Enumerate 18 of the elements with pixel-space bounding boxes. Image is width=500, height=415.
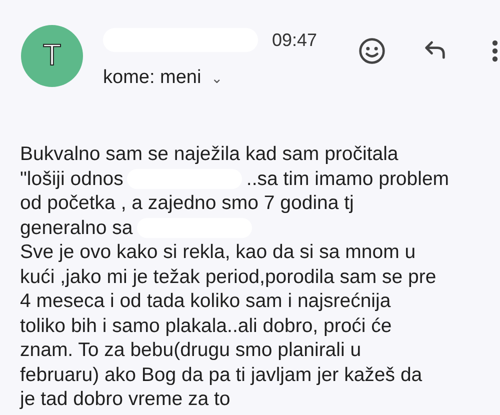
message-text: ..sa tim imamo problem — [246, 166, 450, 191]
time-label: 09:47 — [272, 30, 318, 50]
message-text: znam. To za bebu(drugu smo planirali u — [20, 338, 362, 362]
message-text: generalno sa — [20, 216, 133, 240]
caret-icon[interactable]: ⌄ — [211, 70, 224, 86]
message-text: toliko bih i samo plakala..ali dobro, proći će — [20, 314, 392, 338]
message-text: 4 meseca i od tada koliko sam i najsrećnija — [20, 289, 391, 314]
avatar: T — [21, 25, 83, 87]
message-text: Bukvalno sam se naježila kad sam pročitala — [20, 142, 398, 166]
recipient-label: kome: meni — [103, 67, 202, 89]
message-text: je tad dobro vreme za to — [20, 387, 230, 412]
message-text: od početka , a zajedno smo 7 godina tj — [20, 191, 354, 216]
message-text: "lošiji odnos — [20, 166, 124, 191]
message-text: februaru) ako Bog da pa ti javljam jer kažeš da — [20, 362, 422, 387]
message-text: Sve je ovo kako si rekla, kao da si sa mnom u — [20, 240, 416, 264]
emoji-icon[interactable] — [358, 37, 386, 65]
message-text: kući ,jako mi je težak period,porodila sam se pre — [20, 264, 436, 289]
more-icon[interactable] — [491, 39, 499, 63]
